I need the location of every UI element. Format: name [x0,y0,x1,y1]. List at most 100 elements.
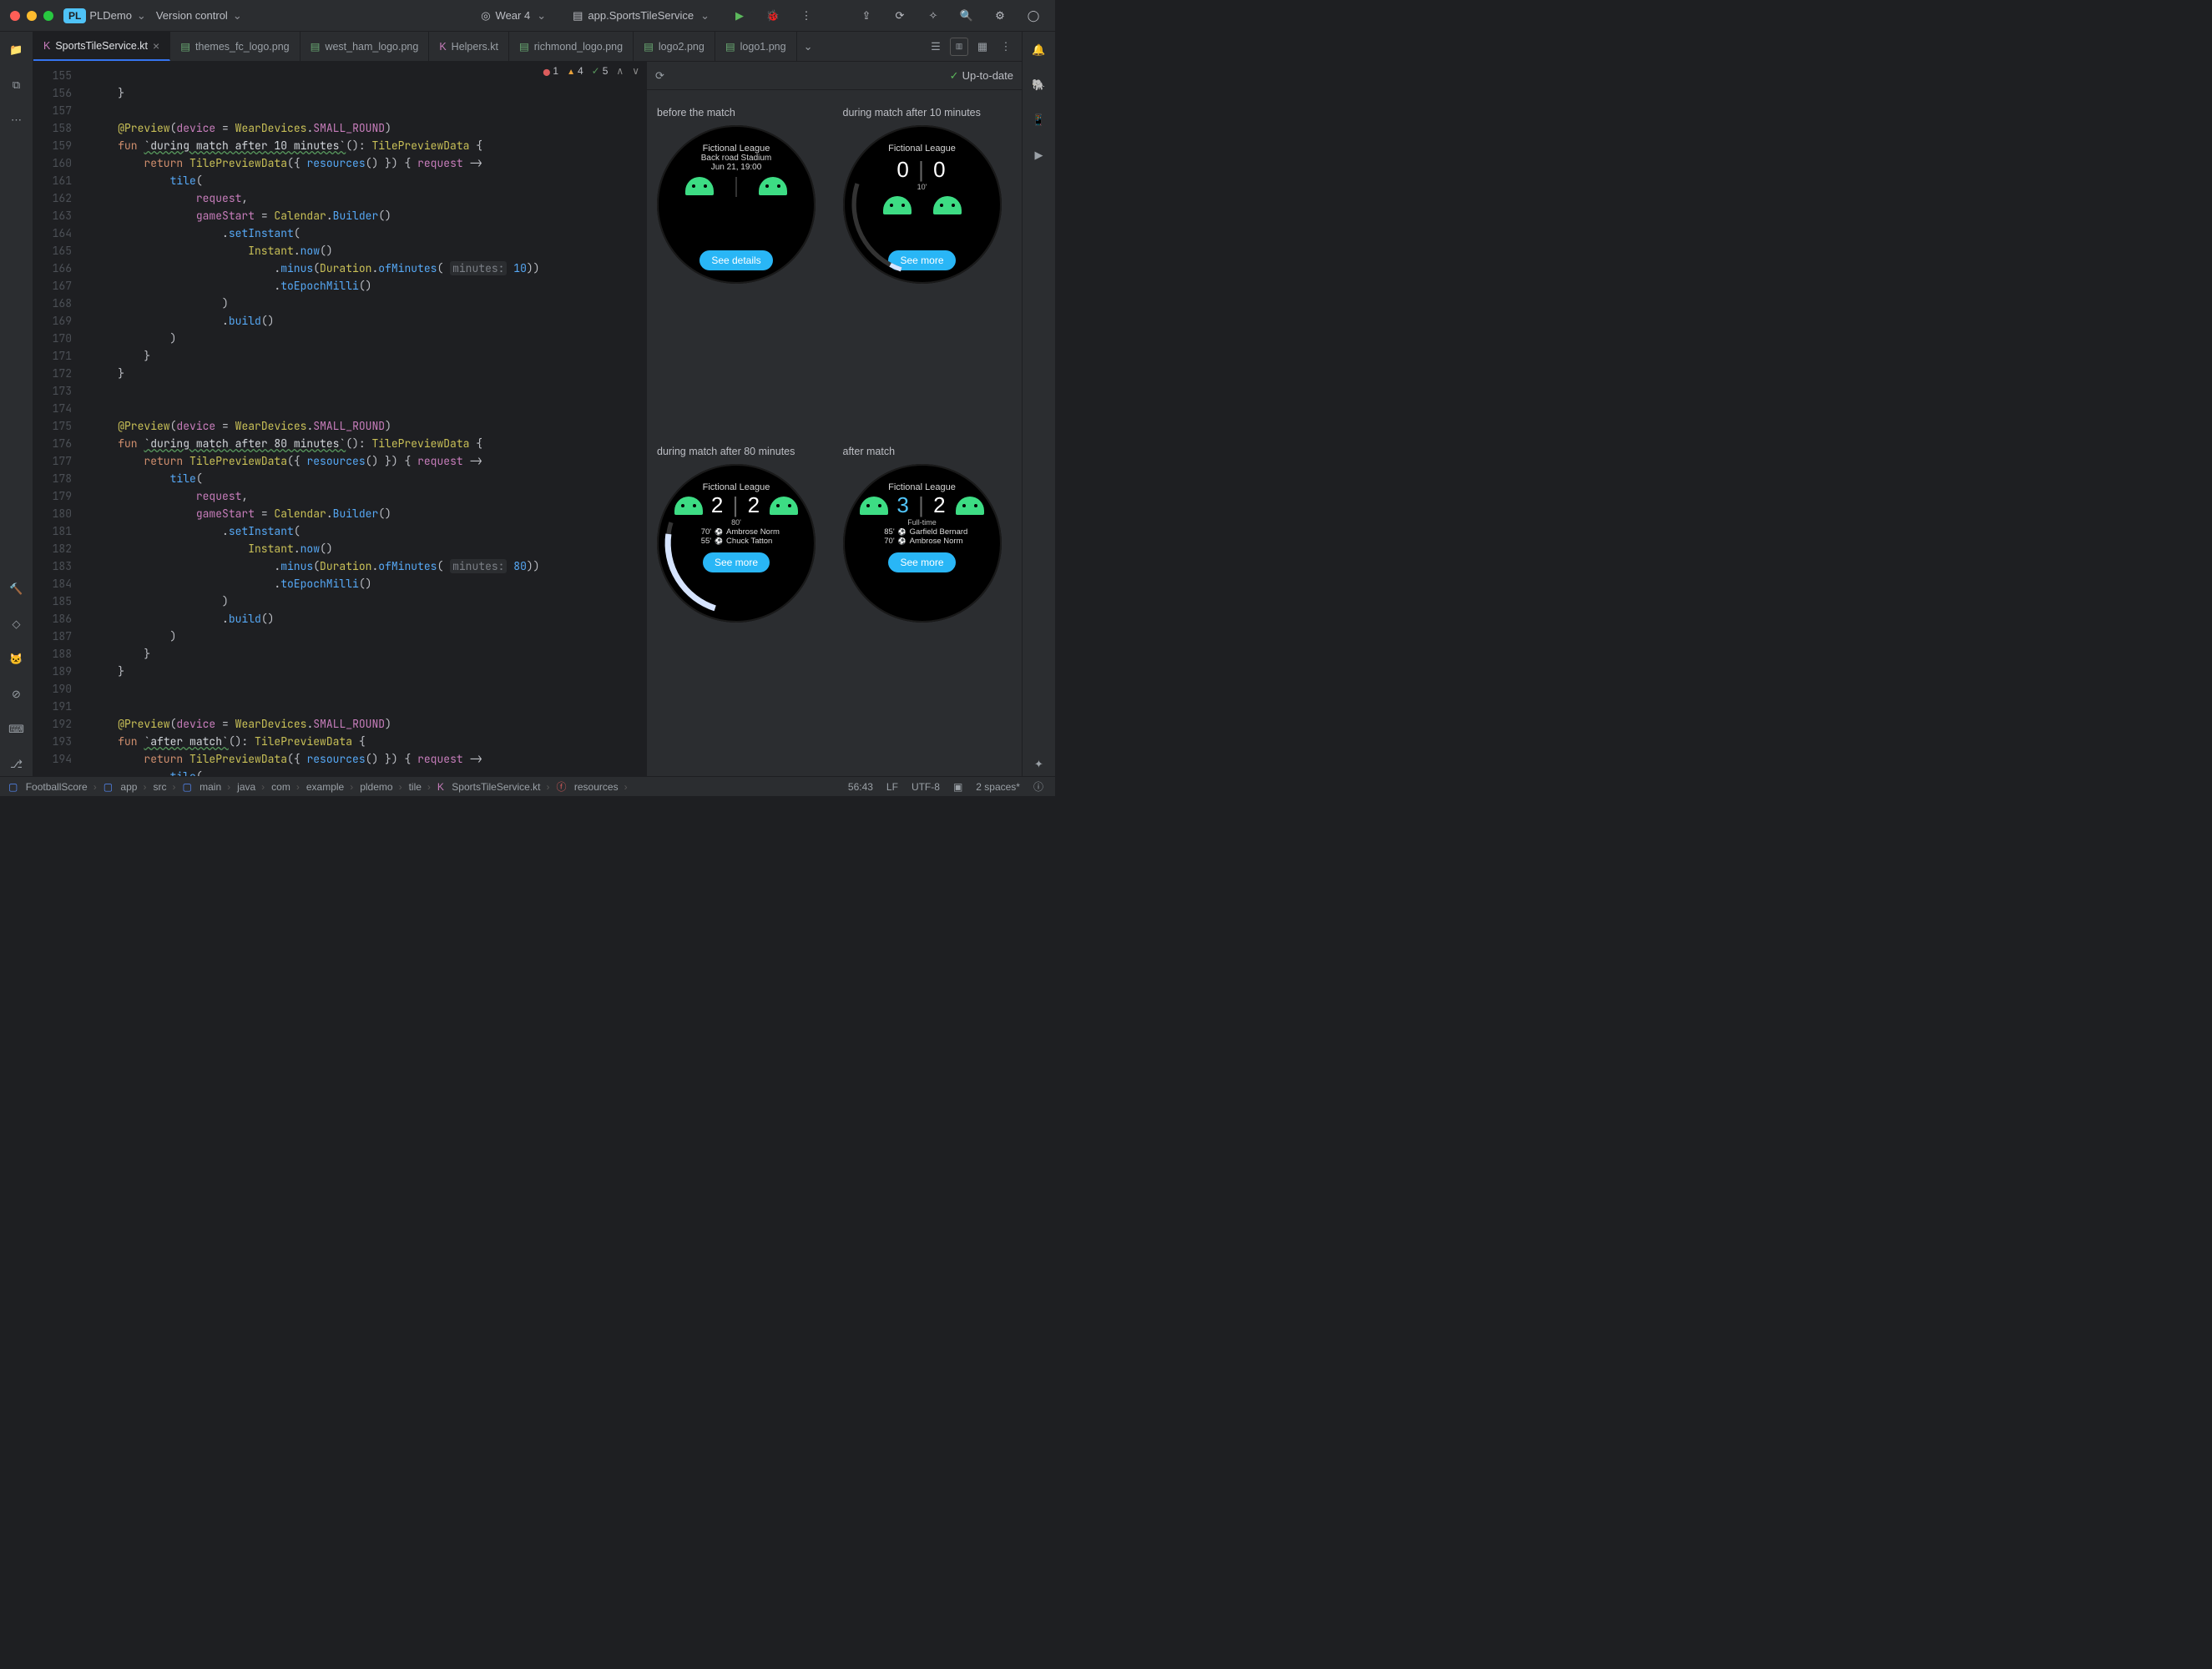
project-selector[interactable]: PL PLDemo [63,8,146,23]
tab-richmond-logo[interactable]: ▤ richmond_logo.png [509,32,634,61]
tab-sportstileservice[interactable]: K SportsTileService.kt × [33,32,170,61]
preview-refresh-icon[interactable]: ⟳ [655,69,664,83]
settings-icon[interactable]: ⚙ [988,4,1012,28]
notifications-tool-icon[interactable]: 🔔 [1028,38,1051,62]
image-file-icon: ▤ [180,40,190,53]
ai-assistant-icon[interactable]: ✦ [1028,753,1051,776]
kotlin-file-icon: K [43,40,50,52]
device-selector[interactable]: ◎ Wear 4 [472,6,554,26]
right-tool-rail: 🔔 🐘 📱 ▶ ✦ [1022,32,1055,776]
team-logo-icon [956,497,984,515]
watch-preview: Fictional League 2 | 2 80' [657,464,816,623]
score-divider [735,177,737,197]
watch-preview: Fictional League 3 | 2 Full-time [843,464,1002,623]
view-list-icon[interactable]: ☰ [927,38,945,56]
indent-settings[interactable]: 2 spaces* [972,781,1023,793]
line-separator[interactable]: LF [883,781,901,793]
running-devices-icon[interactable]: ▶ [1028,144,1051,167]
close-icon[interactable]: × [153,39,159,53]
tabs-options-icon[interactable]: ⋮ [997,38,1015,56]
favorites-tool-icon[interactable]: ◇ [5,613,28,636]
breadcrumb-pldemo[interactable]: pldemo [360,781,401,793]
watch-preview: Fictional League 0 | 0 10' [843,125,1002,284]
file-encoding[interactable]: UTF-8 [908,781,943,793]
tabs-overflow-dropdown[interactable]: ⌄ [797,32,820,61]
see-more-button[interactable]: See more [888,552,955,572]
see-details-button[interactable]: See details [699,250,772,270]
project-name: PLDemo [89,9,132,22]
inspection-indicators: 1 4 5 ∧ ∨ [543,65,639,77]
build-tool-icon[interactable]: 🔨 [5,577,28,601]
breadcrumb-app[interactable]: ▢ app [104,781,147,793]
preview-after-match: after match Fictional League 3 | 2 [843,446,1013,759]
tab-logo2[interactable]: ▤ logo2.png [634,32,715,61]
structure-tool-icon[interactable]: ⧉ [5,73,28,97]
code-editor[interactable]: 1551561571581591601611621631641651661671… [33,62,646,776]
tab-logo1[interactable]: ▤ logo1.png [715,32,797,61]
breadcrumb-src[interactable]: src [153,781,175,793]
breadcrumb-com[interactable]: com [271,781,300,793]
error-count[interactable]: 1 [543,65,558,77]
code-with-me-icon[interactable]: ⇪ [855,4,878,28]
next-highlight-icon[interactable]: ∨ [632,65,639,77]
minimize-window[interactable] [27,11,37,21]
view-split-icon[interactable]: ▥ [950,38,968,56]
tab-themes-fc-logo[interactable]: ▤ themes_fc_logo.png [170,32,300,61]
caret-position[interactable]: 56:43 [845,781,876,793]
image-file-icon: ▤ [519,40,529,53]
gradle-tool-icon[interactable]: 🐘 [1028,73,1051,97]
device-manager-icon[interactable]: 📱 [1028,108,1051,132]
debug-button[interactable]: 🐞 [761,4,785,28]
account-icon[interactable]: ◯ [1022,4,1045,28]
scorers-list: 70'70' Ambrose NormAmbrose Norm 55'Chuck… [693,527,780,546]
breadcrumb-file[interactable]: K SportsTileService.kt [437,781,550,793]
team-logo-icon [674,497,703,515]
breadcrumb-main[interactable]: ▢ main [182,781,230,793]
tab-helpers[interactable]: K Helpers.kt [429,32,509,61]
statusbar: ▢ FootballScore ▢ app src ▢ main java co… [0,776,1055,796]
breadcrumb-root[interactable]: ▢ FootballScore [8,781,97,793]
see-more-button[interactable]: See more [703,552,770,572]
problems-tool-icon[interactable]: ⊘ [5,683,28,706]
device-icon: ◎ [481,9,490,23]
breadcrumb-example[interactable]: example [306,781,353,793]
breadcrumb-tile[interactable]: tile [409,781,431,793]
vcs-menu[interactable]: Version control [156,9,242,23]
maximize-window[interactable] [43,11,53,21]
prev-highlight-icon[interactable]: ∧ [616,65,624,77]
breadcrumb-java[interactable]: java [237,781,265,793]
preview-toolbar: ⟳ Up-to-date [647,62,1022,90]
breadcrumb-symbol[interactable]: ⓕ resources [557,779,628,794]
search-everywhere-icon[interactable]: 🔍 [955,4,978,28]
warning-count[interactable]: 4 [567,65,583,77]
team-logo-icon [860,497,888,515]
preview-status: Up-to-date [950,69,1013,83]
inspections-icon[interactable]: ✧ [922,4,945,28]
run-config-selector[interactable]: ▤ app.SportsTileService [564,6,718,26]
ide-update-icon[interactable]: ⟳ [888,4,912,28]
vcs-tool-icon[interactable]: ⎇ [5,753,28,776]
close-window[interactable] [10,11,20,21]
titlebar: PL PLDemo Version control ◎ Wear 4 ▤ app… [0,0,1055,32]
preview-during-80: during match after 80 minutes Fictional … [657,446,826,759]
see-more-button[interactable]: See more [888,250,955,270]
weak-warning-count[interactable]: 5 [592,65,609,77]
project-tool-icon[interactable]: 📁 [5,38,28,62]
module-icon: ▤ [573,9,583,23]
logcat-tool-icon[interactable]: 🐱 [5,648,28,671]
more-run-actions[interactable]: ⋮ [795,4,818,28]
tab-west-ham-logo[interactable]: ▤ west_ham_logo.png [300,32,430,61]
terminal-tool-icon[interactable]: ⌨ [5,718,28,741]
more-tools-icon[interactable]: ⋯ [5,108,28,132]
image-file-icon: ▤ [644,40,654,53]
team-logo-icon [933,196,962,214]
memory-indicator-icon[interactable]: ⓘ [1030,779,1047,794]
code-content[interactable]: } @Preview(device = WearDevices.SMALL_RO… [83,62,646,776]
readonly-toggle-icon[interactable]: ▣ [950,781,966,793]
watch-preview: Fictional League Back road Stadium Jun 2… [657,125,816,284]
view-gallery-icon[interactable]: ▦ [973,38,992,56]
window-traffic-lights [10,11,53,21]
line-gutter: 1551561571581591601611621631641651661671… [33,62,83,776]
preview-panel: ⟳ Up-to-date before the match Fictional … [646,62,1022,776]
run-button[interactable]: ▶ [728,4,751,28]
